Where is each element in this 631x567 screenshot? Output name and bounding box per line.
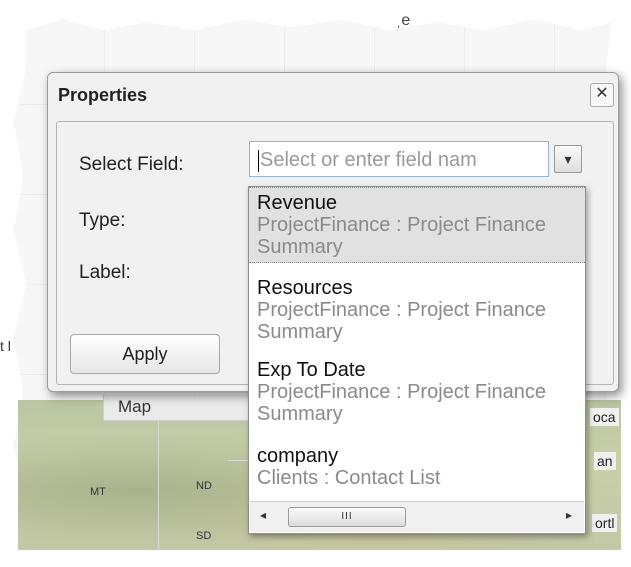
apply-button[interactable]: Apply bbox=[70, 334, 220, 374]
scroll-left-icon[interactable]: ◂ bbox=[260, 508, 266, 522]
map-state-label: SD bbox=[196, 530, 212, 542]
map-border-line bbox=[158, 400, 159, 550]
field-dropdown-list: Revenue ProjectFinance : Project Finance… bbox=[248, 186, 586, 534]
dialog-title: Properties bbox=[58, 85, 148, 105]
map-tab[interactable]: Map bbox=[103, 395, 253, 421]
background-text-fragment-left: t l bbox=[0, 338, 11, 354]
background-text-fragment-right: oca bbox=[590, 408, 619, 426]
type-label: Type: bbox=[79, 210, 126, 231]
scroll-right-icon[interactable]: ▸ bbox=[566, 508, 572, 522]
close-button[interactable]: ✕ bbox=[590, 83, 614, 107]
option-source: ProjectFinance : Project Finance Summary bbox=[257, 299, 547, 343]
option-name: company bbox=[257, 445, 339, 467]
option-source: ProjectFinance : Project Finance Summary bbox=[257, 381, 547, 425]
map-state-label: MT bbox=[90, 486, 106, 498]
select-field-placeholder: Select or enter field nam bbox=[260, 149, 477, 171]
option-source: ProjectFinance : Project Finance Summary bbox=[257, 214, 547, 258]
dropdown-option-revenue[interactable]: Revenue ProjectFinance : Project Finance… bbox=[249, 187, 585, 263]
text-cursor bbox=[258, 149, 259, 172]
background-text-fragment-right: ortl bbox=[592, 514, 618, 532]
background-text-fragment-right: an bbox=[594, 452, 616, 470]
dropdown-option-resources[interactable]: Resources ProjectFinance : Project Finan… bbox=[249, 273, 585, 347]
dropdown-option-company[interactable]: company Clients : Contact List bbox=[249, 441, 585, 493]
select-field-label: Select Field: bbox=[79, 154, 184, 175]
option-name: Resources bbox=[257, 277, 353, 299]
close-icon: ✕ bbox=[595, 85, 609, 102]
dropdown-option-exp-to-date[interactable]: Exp To Date ProjectFinance : Project Fin… bbox=[249, 355, 585, 429]
select-field-input[interactable]: Select or enter field nam bbox=[249, 141, 549, 177]
option-source: Clients : Contact List bbox=[257, 467, 441, 489]
horizontal-scrollbar[interactable]: ◂ III ▸ bbox=[250, 501, 584, 532]
option-name: Exp To Date bbox=[257, 359, 366, 381]
map-state-label: ND bbox=[196, 480, 212, 492]
dropdown-toggle-button[interactable]: ▾ bbox=[554, 145, 582, 173]
option-name: Revenue bbox=[257, 192, 338, 214]
label-label: Label: bbox=[79, 262, 131, 283]
chevron-down-icon: ▾ bbox=[564, 151, 572, 167]
background-text-fragment: ˌe bbox=[396, 12, 411, 29]
scrollbar-thumb[interactable]: III bbox=[288, 507, 406, 527]
